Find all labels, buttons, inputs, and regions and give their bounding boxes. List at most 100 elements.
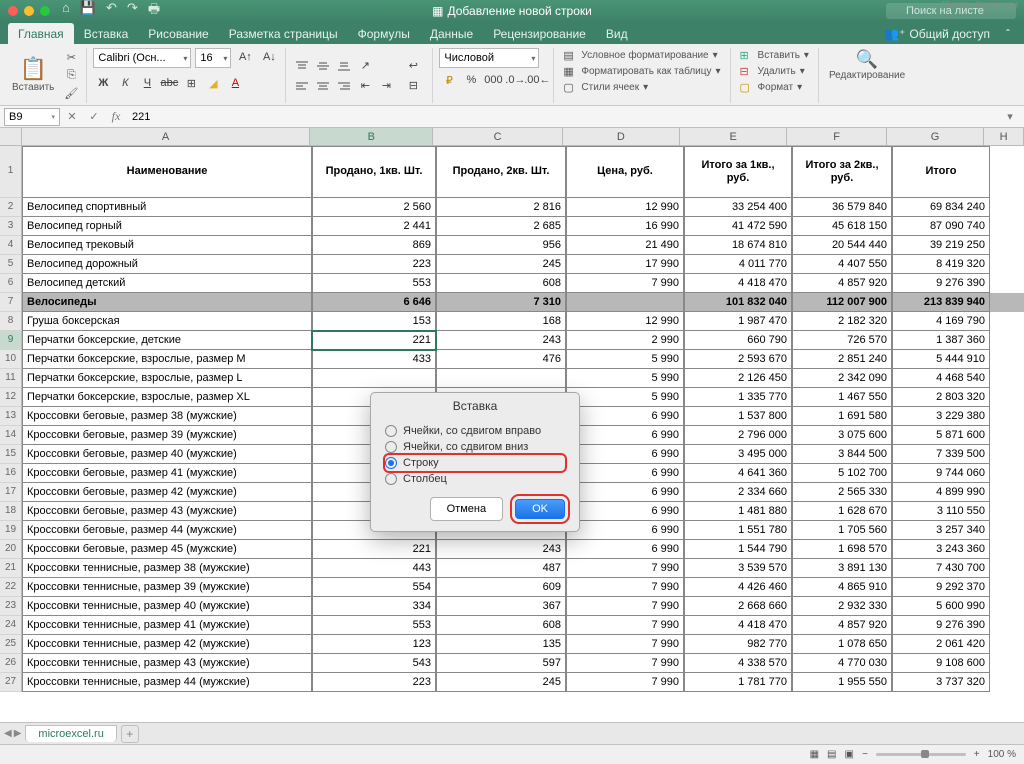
font-color-button[interactable]: A	[225, 74, 245, 92]
header-cell[interactable]: Продано, 2кв. Шт.	[436, 146, 566, 198]
cell[interactable]: 553	[312, 274, 436, 293]
cell[interactable]	[990, 673, 1024, 692]
cell[interactable]	[990, 236, 1024, 255]
cell[interactable]: 4 418 470	[684, 616, 792, 635]
cell[interactable]: Кроссовки беговые, размер 39 (мужские)	[22, 426, 312, 445]
mail-link[interactable]: Почта	[942, 0, 970, 11]
align-left-button[interactable]	[292, 77, 312, 95]
row-header[interactable]: 6	[0, 274, 22, 293]
cell[interactable]: 36 579 840	[792, 198, 892, 217]
cell[interactable]: 7 430 700	[892, 559, 990, 578]
cell[interactable]: 33 254 400	[684, 198, 792, 217]
cell[interactable]: 5 990	[566, 369, 684, 388]
cell[interactable]: 1 078 650	[792, 635, 892, 654]
cancel-button[interactable]: Отмена	[430, 497, 503, 521]
increase-indent-button[interactable]: ⇥	[376, 77, 396, 95]
cell[interactable]: 1 335 770	[684, 388, 792, 407]
row-header[interactable]: 2	[0, 198, 22, 217]
tab-data[interactable]: Данные	[420, 23, 483, 44]
cell[interactable]: 433	[312, 350, 436, 369]
cell[interactable]: 6 990	[566, 426, 684, 445]
cell[interactable]: 982 770	[684, 635, 792, 654]
view-break-icon[interactable]: ▣	[845, 749, 854, 760]
cell[interactable]: 101 832 040	[684, 293, 792, 312]
cell[interactable]: Кроссовки теннисные, размер 43 (мужские)	[22, 654, 312, 673]
align-middle-button[interactable]	[313, 57, 333, 75]
radio-entire-column[interactable]: Столбец	[385, 471, 565, 487]
row-header[interactable]: 17	[0, 483, 22, 502]
cell[interactable]: 7 990	[566, 635, 684, 654]
cell[interactable]: 2 990	[566, 331, 684, 350]
row-header[interactable]: 27	[0, 673, 22, 692]
col-header-B[interactable]: B	[310, 128, 433, 145]
cell[interactable]: 4 857 920	[792, 274, 892, 293]
row-header[interactable]: 4	[0, 236, 22, 255]
cell[interactable]	[990, 635, 1024, 654]
radio-entire-row[interactable]: Строку	[385, 455, 565, 471]
currency-button[interactable]: ₽	[439, 71, 459, 89]
cell[interactable]: 2 126 450	[684, 369, 792, 388]
cell[interactable]	[990, 540, 1024, 559]
sheet-next-icon[interactable]: ▶	[14, 728, 22, 739]
cell[interactable]: 243	[436, 540, 566, 559]
name-box[interactable]: B9	[4, 108, 60, 126]
tab-review[interactable]: Рецензирование	[483, 23, 596, 44]
cell[interactable]: 3 075 600	[792, 426, 892, 445]
cell[interactable]: Кроссовки теннисные, размер 41 (мужские)	[22, 616, 312, 635]
cell[interactable]: 1 387 360	[892, 331, 990, 350]
cell[interactable]: 45 618 150	[792, 217, 892, 236]
cell[interactable]: 4 865 910	[792, 578, 892, 597]
cell[interactable]	[990, 293, 1024, 312]
cell[interactable]: 2 932 330	[792, 597, 892, 616]
cell[interactable]: Кроссовки теннисные, размер 42 (мужские)	[22, 635, 312, 654]
col-header-E[interactable]: E	[680, 128, 787, 145]
window-minimize-icon[interactable]	[24, 6, 34, 16]
italic-button[interactable]: К	[115, 74, 135, 92]
decrease-decimal-button[interactable]: .00←	[527, 71, 547, 89]
cell[interactable]: 5 990	[566, 388, 684, 407]
conditional-formatting-button[interactable]: ▤Условное форматирование ▾	[560, 48, 723, 63]
row-header[interactable]: 11	[0, 369, 22, 388]
select-all-corner[interactable]	[0, 128, 22, 145]
increase-decimal-button[interactable]: .0→	[505, 71, 525, 89]
cell[interactable]: 2 565 330	[792, 483, 892, 502]
add-sheet-button[interactable]: +	[121, 725, 139, 743]
cell[interactable]	[990, 255, 1024, 274]
row-header[interactable]: 9	[0, 331, 22, 350]
tab-view[interactable]: Вид	[596, 23, 638, 44]
cell[interactable]: 7 310	[436, 293, 566, 312]
cancel-formula-icon[interactable]: ✕	[62, 108, 82, 126]
cell[interactable]: 1 987 470	[684, 312, 792, 331]
images-link[interactable]: Картинки	[976, 0, 1018, 11]
cell[interactable]: 2 182 320	[792, 312, 892, 331]
cell[interactable]: 5 990	[566, 350, 684, 369]
cell[interactable]: 2 061 420	[892, 635, 990, 654]
cell[interactable]: 245	[436, 255, 566, 274]
strike-button[interactable]: abc	[159, 74, 179, 92]
cell[interactable]: 1 537 800	[684, 407, 792, 426]
cell[interactable]: 543	[312, 654, 436, 673]
cell[interactable]	[990, 407, 1024, 426]
cell[interactable]: 553	[312, 616, 436, 635]
cell[interactable]	[990, 597, 1024, 616]
cell[interactable]: 6 646	[312, 293, 436, 312]
row-header[interactable]: 19	[0, 521, 22, 540]
row-header[interactable]: 10	[0, 350, 22, 369]
cell[interactable]: Велосипед трековый	[22, 236, 312, 255]
cell[interactable]: 487	[436, 559, 566, 578]
cell[interactable]: 6 990	[566, 521, 684, 540]
cell[interactable]: 869	[312, 236, 436, 255]
tab-page-layout[interactable]: Разметка страницы	[219, 23, 348, 44]
row-header[interactable]: 23	[0, 597, 22, 616]
cell[interactable]: Перчатки боксерские, детские	[22, 331, 312, 350]
header-cell[interactable]: Итого	[892, 146, 990, 198]
cell[interactable]: 6 990	[566, 407, 684, 426]
cell[interactable]: 2 796 000	[684, 426, 792, 445]
row-header[interactable]: 14	[0, 426, 22, 445]
cell[interactable]: 608	[436, 274, 566, 293]
cell[interactable]: 2 685	[436, 217, 566, 236]
row-header[interactable]: 7	[0, 293, 22, 312]
tab-draw[interactable]: Рисование	[138, 23, 218, 44]
zoom-slider[interactable]	[876, 753, 966, 756]
cell[interactable]: 3 891 130	[792, 559, 892, 578]
